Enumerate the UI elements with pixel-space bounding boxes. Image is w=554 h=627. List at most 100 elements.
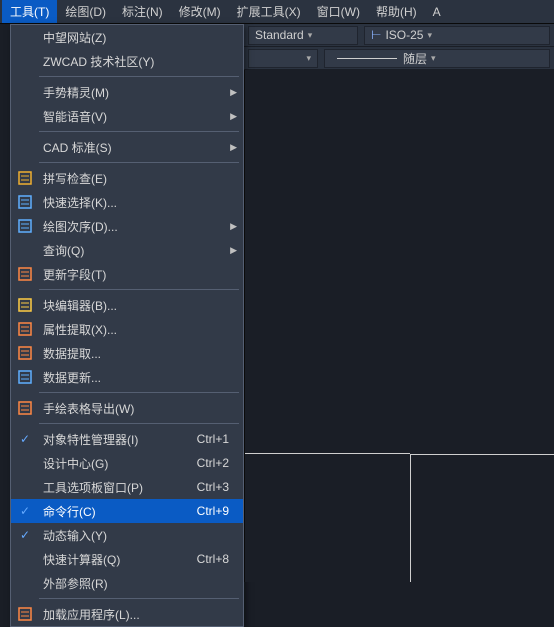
tools-dropdown: 中望网站(Z)ZWCAD 技术社区(Y)手势精灵(M)▶智能语音(V)▶CAD … — [10, 24, 244, 627]
dataupd-icon — [11, 370, 39, 384]
menu-item-label: 动态输入(Y) — [39, 527, 243, 544]
linetype-dropdown[interactable]: 随层 ▾ — [324, 49, 550, 68]
menu-dimension[interactable]: 标注(N) — [114, 0, 171, 23]
menu-item[interactable]: 数据提取... — [11, 341, 243, 365]
attrext-icon — [11, 322, 39, 336]
menu-item-label: 数据提取... — [39, 345, 243, 362]
menu-item-label: 快速计算器(Q) — [39, 551, 197, 568]
submenu-arrow-icon: ▶ — [230, 221, 237, 232]
menu-separator — [39, 289, 239, 290]
menu-separator — [39, 392, 239, 393]
menu-item-label: 属性提取(X)... — [39, 321, 243, 338]
dropdown-a[interactable]: ▾ — [248, 49, 318, 68]
menu-item[interactable]: 绘图次序(D)...▶ — [11, 214, 243, 238]
menu-item-label: 更新字段(T) — [39, 266, 243, 283]
dim-style-icon: ⊢ — [371, 28, 381, 42]
menu-separator — [39, 76, 239, 77]
menu-item-accel: Ctrl+2 — [197, 456, 243, 470]
menu-item-label: 加载应用程序(L)... — [39, 606, 243, 623]
dim-style-value: ISO-25 — [385, 28, 423, 42]
menu-item[interactable]: 智能语音(V)▶ — [11, 104, 243, 128]
menu-item-label: CAD 标准(S) — [39, 139, 243, 156]
menu-item[interactable]: 加载应用程序(L)... — [11, 602, 243, 626]
menu-item-label: 快速选择(K)... — [39, 194, 243, 211]
menu-item[interactable]: 设计中心(G)Ctrl+2 — [11, 451, 243, 475]
submenu-arrow-icon: ▶ — [230, 111, 237, 122]
viewport-box — [410, 454, 554, 582]
chevron-down-icon: ▾ — [431, 53, 436, 64]
menu-item[interactable]: 块编辑器(B)... — [11, 293, 243, 317]
check-icon: ✓ — [11, 528, 39, 542]
drawing-area[interactable] — [244, 70, 554, 582]
field-icon — [11, 267, 39, 281]
menu-item[interactable]: 快速选择(K)... — [11, 190, 243, 214]
dim-style-dropdown[interactable]: ⊢ ISO-25 ▾ — [364, 26, 550, 45]
menu-item[interactable]: ✓对象特性管理器(I)Ctrl+1 — [11, 427, 243, 451]
viewport-divider — [245, 453, 410, 454]
menu-item-label: 命令行(C) — [39, 503, 197, 520]
menu-item[interactable]: 中望网站(Z) — [11, 25, 243, 49]
line-sample-icon — [337, 58, 397, 59]
menu-item-label: 数据更新... — [39, 369, 243, 386]
menu-item[interactable]: ✓命令行(C)Ctrl+9 — [11, 499, 243, 523]
menu-item-label: 中望网站(Z) — [39, 29, 243, 46]
menu-item[interactable]: ZWCAD 技术社区(Y) — [11, 49, 243, 73]
text-style-value: Standard — [255, 28, 304, 42]
spellcheck-icon — [11, 171, 39, 185]
loadapp-icon — [11, 607, 39, 621]
menu-separator — [39, 131, 239, 132]
menu-extensions[interactable]: 扩展工具(X) — [229, 0, 309, 23]
menu-draw[interactable]: 绘图(D) — [57, 0, 114, 23]
menubar: 工具(T) 绘图(D) 标注(N) 修改(M) 扩展工具(X) 窗口(W) 帮助… — [0, 0, 554, 24]
menu-item[interactable]: 工具选项板窗口(P)Ctrl+3 — [11, 475, 243, 499]
toolbar: Standard ▾ ⊢ ISO-25 ▾ ▾ 随层 ▾ — [244, 24, 554, 70]
menu-item-accel: Ctrl+8 — [197, 552, 243, 566]
linetype-value: 随层 — [403, 50, 427, 67]
menu-tools[interactable]: 工具(T) — [2, 0, 57, 23]
menu-window[interactable]: 窗口(W) — [309, 0, 368, 23]
menu-modify[interactable]: 修改(M) — [171, 0, 229, 23]
menu-item[interactable]: 快速计算器(Q)Ctrl+8 — [11, 547, 243, 571]
menu-item-label: ZWCAD 技术社区(Y) — [39, 53, 243, 70]
menu-item[interactable]: 手绘表格导出(W) — [11, 396, 243, 420]
menu-item-label: 绘图次序(D)... — [39, 218, 243, 235]
menu-item-label: 设计中心(G) — [39, 455, 197, 472]
submenu-arrow-icon: ▶ — [230, 142, 237, 153]
text-style-dropdown[interactable]: Standard ▾ — [248, 26, 358, 45]
menu-item-label: 手势精灵(M) — [39, 84, 243, 101]
quicksel-icon — [11, 195, 39, 209]
check-icon: ✓ — [11, 504, 39, 518]
menu-item[interactable]: ✓动态输入(Y) — [11, 523, 243, 547]
menu-separator — [39, 598, 239, 599]
menu-item-accel: Ctrl+3 — [197, 480, 243, 494]
menu-item[interactable]: 手势精灵(M)▶ — [11, 80, 243, 104]
menu-separator — [39, 162, 239, 163]
menu-item[interactable]: 数据更新... — [11, 365, 243, 389]
submenu-arrow-icon: ▶ — [230, 87, 237, 98]
menu-help[interactable]: 帮助(H) — [368, 0, 425, 23]
menu-item-label: 块编辑器(B)... — [39, 297, 243, 314]
menu-item-label: 查询(Q) — [39, 242, 243, 259]
submenu-arrow-icon: ▶ — [230, 245, 237, 256]
menu-item[interactable]: 外部参照(R) — [11, 571, 243, 595]
dataext-icon — [11, 346, 39, 360]
tableexp-icon — [11, 401, 39, 415]
menu-item-accel: Ctrl+9 — [197, 504, 243, 518]
menu-item-label: 手绘表格导出(W) — [39, 400, 243, 417]
menu-item[interactable]: 拼写检查(E) — [11, 166, 243, 190]
menu-item[interactable]: CAD 标准(S)▶ — [11, 135, 243, 159]
menu-separator — [39, 423, 239, 424]
chevron-down-icon: ▾ — [427, 30, 432, 41]
menu-item-label: 拼写检查(E) — [39, 170, 243, 187]
menu-item-label: 对象特性管理器(I) — [39, 431, 197, 448]
menu-item[interactable]: 查询(Q)▶ — [11, 238, 243, 262]
draworder-icon — [11, 219, 39, 233]
menu-item[interactable]: 属性提取(X)... — [11, 317, 243, 341]
menu-item-label: 智能语音(V) — [39, 108, 243, 125]
chevron-down-icon: ▾ — [306, 53, 311, 64]
chevron-down-icon: ▾ — [308, 30, 313, 41]
menu-extra[interactable]: A — [425, 2, 449, 22]
menu-item[interactable]: 更新字段(T) — [11, 262, 243, 286]
menu-item-accel: Ctrl+1 — [197, 432, 243, 446]
menu-item-label: 外部参照(R) — [39, 575, 243, 592]
